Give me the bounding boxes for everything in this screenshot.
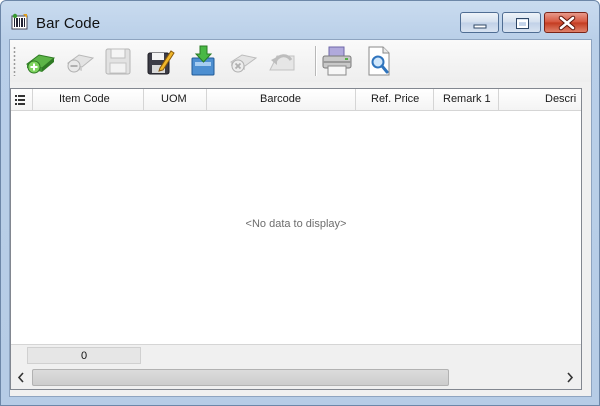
title-bar[interactable]: Bar Code: [1, 1, 599, 39]
preview-icon: [368, 46, 390, 76]
close-button[interactable]: [544, 12, 588, 33]
maximize-button[interactable]: [502, 12, 541, 33]
column-header-label: Barcode: [260, 93, 301, 105]
chevron-right-icon: [567, 372, 574, 383]
remove-button[interactable]: [62, 44, 96, 78]
grid-footer: 0: [11, 344, 581, 366]
scroll-left-button[interactable]: [13, 366, 30, 389]
remove-icon: [66, 54, 95, 73]
close-icon: [558, 15, 576, 31]
cancel-button[interactable]: [225, 44, 259, 78]
grid-header: Item Code UOM Barcode Ref. Price Remark …: [11, 89, 581, 111]
import-icon: [191, 45, 215, 76]
app-window: Bar Code Item Code UOM Barcode Ref. Pric…: [0, 0, 600, 406]
import-button[interactable]: [185, 44, 219, 78]
column-header-label: Item Code: [59, 93, 110, 105]
preview-button[interactable]: [362, 44, 396, 78]
print-icon: [322, 46, 352, 76]
cancel-icon: [229, 54, 258, 73]
save-button[interactable]: [101, 44, 135, 78]
scroll-thumb[interactable]: [32, 369, 449, 386]
column-chooser-button[interactable]: [11, 89, 33, 110]
empty-grid-message: <No data to display>: [245, 218, 347, 230]
column-header-label: Descri: [545, 93, 577, 105]
scroll-right-button[interactable]: [561, 366, 578, 389]
chevron-left-icon: [17, 372, 24, 383]
row-count-summary: 0: [27, 347, 141, 364]
add-icon: [25, 54, 56, 74]
save-icon: [105, 48, 131, 75]
column-header-barcode[interactable]: Barcode: [207, 89, 356, 110]
maximize-icon: [516, 18, 529, 29]
column-header-label: UOM: [161, 93, 187, 105]
undo-button[interactable]: [265, 44, 299, 78]
minimize-button[interactable]: [460, 12, 499, 33]
toolbar: [10, 40, 591, 82]
add-button[interactable]: [23, 44, 57, 78]
toolbar-grip[interactable]: [13, 46, 16, 76]
barcode-grid[interactable]: Item Code UOM Barcode Ref. Price Remark …: [10, 88, 582, 390]
column-header-label: Ref. Price: [371, 93, 420, 105]
column-chooser-icon: [15, 95, 25, 105]
toolbar-separator: [315, 46, 316, 76]
column-header-remark-1[interactable]: Remark 1: [434, 89, 499, 110]
edit-button[interactable]: [143, 44, 177, 78]
edit-icon: [147, 50, 175, 75]
window-title: Bar Code: [36, 15, 101, 32]
horizontal-scrollbar[interactable]: [11, 366, 581, 389]
column-header-item-code[interactable]: Item Code: [33, 89, 144, 110]
column-header-ref-price[interactable]: Ref. Price: [356, 89, 434, 110]
barcode-app-icon: [11, 13, 28, 30]
minimize-icon: [473, 24, 487, 29]
print-button[interactable]: [320, 44, 354, 78]
column-header-description[interactable]: Descri: [499, 89, 581, 110]
column-header-uom[interactable]: UOM: [144, 89, 207, 110]
column-header-label: Remark 1: [443, 93, 491, 105]
undo-icon: [269, 54, 295, 71]
